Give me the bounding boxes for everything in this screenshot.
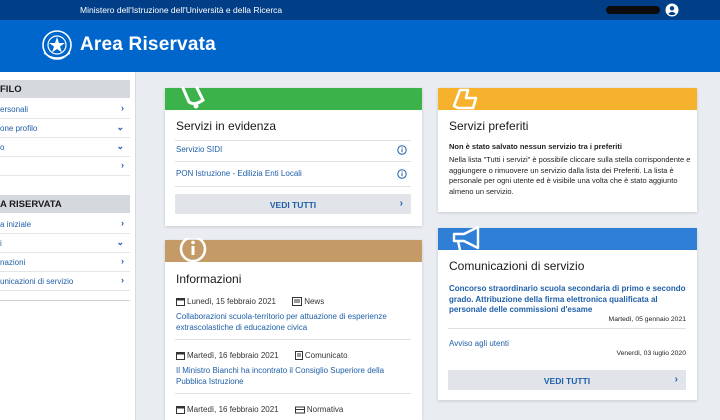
news-type: Normativa (306, 405, 344, 414)
news-date: Lunedì, 15 febbraio 2021 (187, 297, 276, 306)
chevron-down-icon: ⌄ (116, 237, 124, 247)
card-title: Comunicazioni di servizio (449, 259, 585, 273)
news-type: News (304, 297, 325, 306)
divider (175, 186, 411, 187)
newspaper-icon (292, 297, 303, 306)
calendar-icon (176, 352, 185, 360)
calendar-icon (176, 406, 185, 414)
sidebar-item-label: unicazioni di servizio (0, 277, 74, 286)
comunicazione-date: Martedì, 05 gennaio 2021 (608, 316, 686, 323)
sidebar-item-profilo-3[interactable]: o ⌄ (0, 138, 130, 157)
sidebar-divider (0, 300, 130, 301)
sidebar-item-home[interactable]: a iniziale › (0, 215, 130, 234)
info-icon[interactable] (397, 145, 407, 155)
card-title: Servizi preferiti (449, 119, 529, 133)
megaphone-icon (452, 226, 480, 252)
ministry-name: Ministero dell'Istruzione dell'Universit… (80, 5, 283, 15)
comunicazione-link[interactable]: Concorso straordinario scuola secondaria… (449, 284, 689, 316)
card-band (438, 88, 697, 110)
card-band (165, 238, 422, 263)
sidebar-item-label: i (0, 239, 2, 248)
card-title: Informazioni (176, 272, 242, 286)
sidebar-item-label: ersonali (0, 105, 29, 114)
sidebar-section-profilo: FILO (0, 80, 130, 98)
news-date: Martedì, 16 febbraio 2021 (187, 351, 279, 360)
vedi-tutti-button[interactable]: VEDI TUTTI › (175, 194, 411, 214)
info-icon[interactable] (397, 169, 407, 179)
divider (175, 393, 411, 394)
chevron-right-icon: › (121, 160, 124, 170)
button-label: VEDI TUTTI (543, 376, 591, 386)
chevron-right-icon: › (121, 256, 124, 266)
chevron-right-icon: › (121, 103, 124, 113)
chevron-down-icon: ⌄ (116, 122, 124, 132)
ministry-topbar: Ministero dell'Istruzione dell'Universit… (0, 0, 720, 20)
sidebar-item-informazioni[interactable]: nazioni › (0, 253, 130, 272)
news-meta: Martedì, 16 febbraio 2021 Comunicato (176, 351, 348, 360)
card-informazioni: Informazioni Lunedì, 15 febbraio 2021 Ne… (165, 238, 422, 420)
news-link[interactable]: Il Ministro Bianchi ha incontrato il Con… (176, 366, 412, 387)
news-type: Comunicato (304, 351, 348, 360)
sidebar-item-label: one profilo (0, 124, 38, 133)
button-label: VEDI TUTTI (269, 200, 317, 210)
comunicazione-link[interactable]: Avviso agli utenti (449, 339, 509, 348)
divider (175, 161, 411, 162)
chevron-right-icon: › (674, 374, 678, 385)
sidebar-item-dati-personali[interactable]: ersonali › (0, 100, 130, 119)
law-icon (294, 406, 305, 414)
chevron-right-icon: › (399, 198, 403, 209)
divider (175, 339, 411, 340)
vedi-tutti-button[interactable]: VEDI TUTTI › (448, 370, 686, 390)
document-icon (294, 351, 303, 360)
news-link[interactable]: Collaborazioni scuola-territorio per att… (176, 312, 412, 333)
divider (175, 140, 411, 141)
divider (448, 328, 686, 329)
sidebar-item-label: a iniziale (0, 220, 32, 229)
page-title: Area Riservata (80, 34, 216, 55)
service-link-sidi[interactable]: Servizio SIDI (176, 145, 222, 154)
card-title: Servizi in evidenza (176, 119, 277, 133)
username-redacted (606, 6, 660, 14)
calendar-icon (176, 298, 185, 306)
chevron-down-icon: ⌄ (116, 141, 124, 151)
card-band (438, 226, 697, 252)
service-link-pon[interactable]: PON Istruzione - Edilizia Enti Locali (176, 169, 302, 178)
sidebar-item-gestione-profilo[interactable]: one profilo ⌄ (0, 119, 130, 138)
user-account-icon[interactable] (665, 3, 679, 17)
news-meta: Lunedì, 15 febbraio 2021 News (176, 297, 324, 306)
no-favorites-message: Non è stato salvato nessun servizio tra … (449, 142, 622, 151)
sidebar-item-label: nazioni (0, 258, 26, 267)
card-band (165, 86, 422, 110)
sidebar-item-comunicazioni[interactable]: unicazioni di servizio › (0, 272, 130, 291)
chevron-right-icon: › (121, 218, 124, 228)
card-comunicazioni: Comunicazioni di servizio Concorso strao… (438, 226, 697, 400)
info-circle-icon (179, 238, 207, 263)
chevron-right-icon: › (121, 275, 124, 285)
comunicazione-date: Venerdì, 03 luglio 2020 (616, 350, 686, 357)
sidebar: FILO ersonali › one profilo ⌄ o ⌄ › A RI… (0, 72, 136, 420)
news-meta: Martedì, 16 febbraio 2021 Normativa (176, 405, 343, 414)
card-servizi-preferiti: Servizi preferiti Non è stato salvato ne… (438, 88, 697, 212)
bell-icon (181, 86, 205, 109)
favorites-help-text: Nella lista "Tutti i servizi" è possibil… (449, 155, 691, 196)
sidebar-item-profilo-4[interactable]: › (0, 157, 130, 176)
news-date: Martedì, 16 febbraio 2021 (187, 405, 279, 414)
card-servizi-evidenza: Servizi in evidenza Servizio SIDI PON Is… (165, 86, 422, 226)
sidebar-item-servizi[interactable]: i ⌄ (0, 234, 130, 253)
app-header: Area Riservata (0, 20, 720, 72)
sidebar-section-area-riservata: A RISERVATA (0, 195, 130, 213)
sidebar-item-label: o (0, 143, 5, 152)
thumbs-up-icon (452, 88, 478, 110)
republic-emblem-icon (42, 30, 72, 60)
